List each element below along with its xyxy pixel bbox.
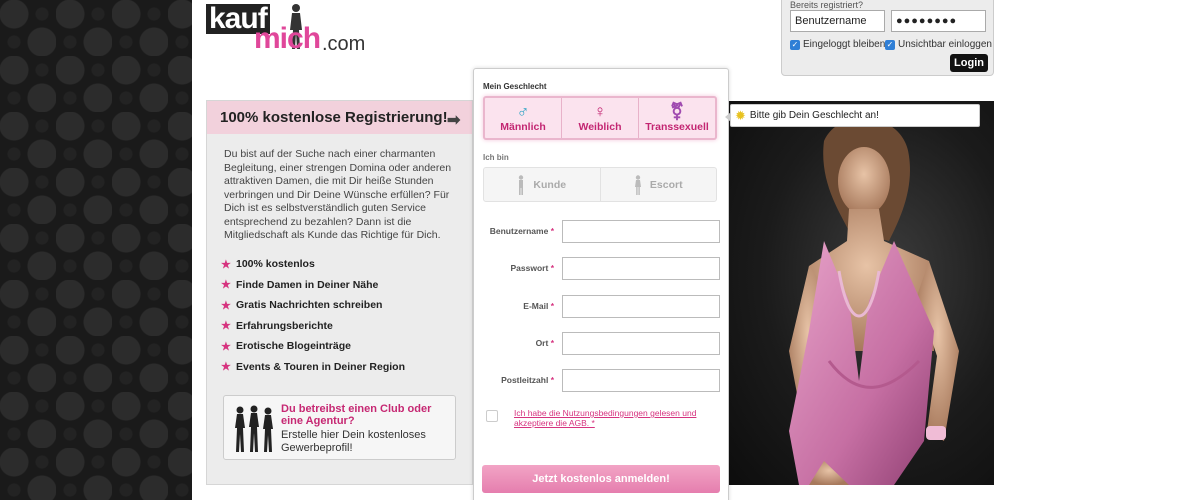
invisible-login-label: Unsichtbar einloggen (898, 39, 992, 50)
gender-label: Weiblich (578, 121, 622, 133)
email-input[interactable] (562, 295, 720, 318)
gender-label: Transsexuell (645, 121, 709, 133)
terms-checkbox[interactable] (486, 410, 498, 422)
terms-link[interactable]: Ich habe die Nutzungsbedingungen gelesen… (514, 408, 719, 428)
warning-star-icon: ✹ (735, 107, 746, 123)
promo-description: Du bist auf der Suche nach einer charman… (224, 148, 452, 241)
woman-figure-icon (634, 174, 641, 195)
feature-label: Finde Damen in Deiner Nähe (236, 278, 379, 291)
field-label: E-Mail * (523, 301, 554, 311)
feature-label: Erfahrungsberichte (236, 319, 333, 332)
field-label: Ort * (535, 338, 554, 348)
feature-item: ★ Erfahrungsberichte (221, 316, 405, 337)
field-row-email: E-Mail * (474, 295, 730, 318)
star-icon: ★ (221, 258, 231, 271)
field-row-password: Passwort * (474, 257, 730, 280)
star-icon: ★ (221, 320, 231, 333)
field-row-username: Benutzername * (474, 220, 730, 243)
women-silhouettes-icon (235, 405, 273, 452)
feature-list: ★ 100% kostenlos ★ Finde Damen in Deiner N… (221, 254, 405, 377)
field-label: Benutzername * (489, 226, 554, 236)
feature-item: ★ Erotische Blogeinträge (221, 336, 405, 357)
field-row-city: Ort * (474, 332, 730, 355)
login-box: Bereits registriert? ✓ Eingeloggt bleibe… (781, 0, 994, 76)
star-icon: ★ (221, 299, 231, 312)
man-figure-icon (519, 174, 524, 195)
field-label: Passwort * (510, 263, 554, 273)
login-button[interactable]: Login (950, 54, 988, 72)
feature-item: ★ Gratis Nachrichten schreiben (221, 295, 405, 316)
login-username-input[interactable] (790, 10, 885, 32)
female-symbol-icon: ♀ (593, 102, 607, 121)
gender-selector: ♂ Männlich ♀ Weiblich ⚧ Transsexuell (483, 96, 717, 140)
feature-item: ★ Finde Damen in Deiner Nähe (221, 275, 405, 296)
gender-option-male[interactable]: ♂ Männlich (485, 98, 562, 138)
promo-header: 100% kostenlose Registrierung! ➡ (207, 101, 472, 134)
promo-title: 100% kostenlose Registrierung! (220, 109, 448, 126)
role-option-escort[interactable]: Escort (601, 168, 717, 201)
arrow-right-icon: ➡ (447, 112, 461, 129)
club-agency-box[interactable]: Du betreibst einen Club oder eine Agentu… (223, 395, 456, 460)
feature-label: Gratis Nachrichten schreiben (236, 299, 383, 312)
role-label: Escort (649, 178, 683, 191)
role-selector: Kunde Escort (483, 167, 717, 202)
invisible-login-checkbox[interactable]: ✓ Unsichtbar einloggen (885, 39, 992, 50)
checkbox-checked-icon: ✓ (790, 39, 800, 50)
promo-panel: 100% kostenlose Registrierung! ➡ Du bist… (206, 100, 473, 485)
gender-option-female[interactable]: ♀ Weiblich (562, 98, 639, 138)
remember-me-checkbox[interactable]: ✓ Eingeloggt bleiben (790, 39, 885, 50)
role-option-kunde[interactable]: Kunde (484, 168, 601, 201)
gender-heading: Mein Geschlecht (483, 82, 547, 91)
logo-part-com: .com (322, 33, 366, 55)
gender-option-transsexual[interactable]: ⚧ Transsexuell (639, 98, 715, 138)
login-password-input[interactable] (891, 10, 986, 32)
tooltip-text: Bitte gib Dein Geschlecht an! (749, 110, 879, 121)
feature-label: Erotische Blogeinträge (236, 340, 351, 353)
field-label: Postleitzahl * (501, 375, 554, 385)
username-input[interactable] (562, 220, 720, 243)
club-title: Du betreibst einen Club oder eine Agentu… (281, 403, 432, 427)
registration-form: Mein Geschlecht ♂ Männlich ♀ Weiblich ⚧ … (473, 68, 729, 500)
zip-input[interactable] (562, 369, 720, 392)
star-icon: ★ (221, 279, 231, 292)
gender-label: Männlich (500, 121, 546, 133)
remember-me-label: Eingeloggt bleiben (803, 39, 886, 50)
register-submit-button[interactable]: Jetzt kostenlos anmelden! (482, 465, 720, 493)
logo-part-mich: mich (254, 22, 321, 55)
transgender-symbol-icon: ⚧ (669, 102, 685, 121)
password-input[interactable] (562, 257, 720, 280)
feature-label: 100% kostenlos (236, 258, 315, 271)
field-row-zip: Postleitzahl * (474, 369, 730, 392)
role-heading: Ich bin (483, 153, 509, 162)
feature-item: ★ Events & Touren in Deiner Region (221, 357, 405, 378)
city-input[interactable] (562, 332, 720, 355)
login-heading: Bereits registriert? (790, 0, 864, 10)
checkbox-checked-icon: ✓ (885, 39, 895, 50)
gender-tooltip: ✹ Bitte gib Dein Geschlecht an! (725, 104, 980, 127)
star-icon: ★ (221, 340, 231, 353)
feature-label: Events & Touren in Deiner Region (236, 360, 405, 373)
club-text: Erstelle hier Dein kostenloses Gewerbepr… (281, 429, 426, 454)
star-icon: ★ (221, 361, 231, 374)
terms-row: Ich habe die Nutzungsbedingungen gelesen… (486, 408, 719, 428)
woman-photo-illustration (789, 118, 959, 485)
feature-item: ★ 100% kostenlos (221, 254, 405, 275)
hero-photo (729, 101, 994, 485)
role-label: Kunde (533, 178, 567, 191)
site-logo[interactable]: kauf mich .com (206, 2, 376, 54)
male-symbol-icon: ♂ (516, 102, 530, 121)
